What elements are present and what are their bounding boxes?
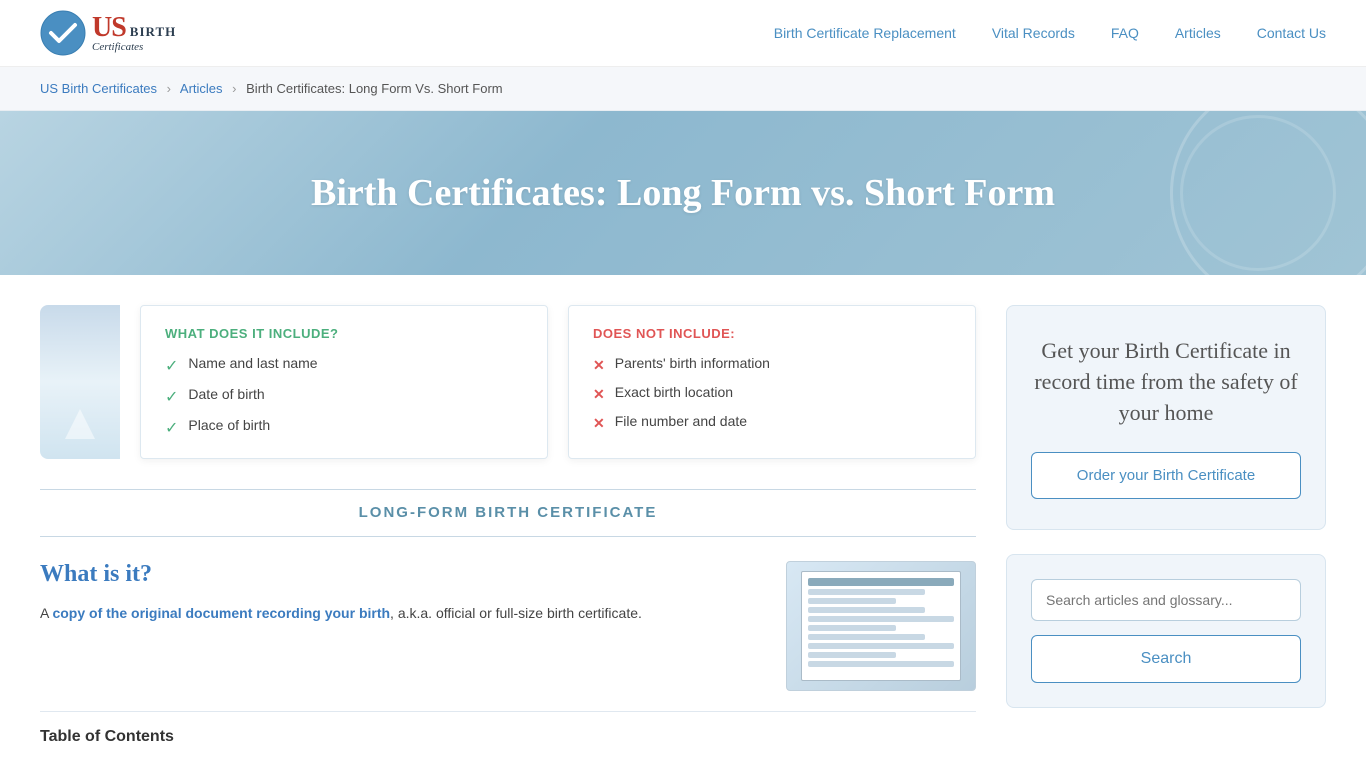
what-is-it-description: A copy of the original document recordin… — [40, 602, 756, 626]
includes-list: ✓ Name and last name ✓ Date of birth ✓ P… — [165, 355, 523, 438]
includes-item-3: Place of birth — [188, 417, 270, 433]
logo-icon — [40, 10, 86, 56]
desc-prefix: A — [40, 605, 52, 621]
document-inner — [801, 571, 961, 681]
what-is-it-section: What is it? A copy of the original docum… — [40, 561, 976, 691]
includes-card: WHAT DOES IT INCLUDE? ✓ Name and last na… — [140, 305, 548, 459]
toc-section: Table of Contents — [40, 711, 976, 746]
check-icon: ✓ — [165, 418, 178, 438]
doc-line — [808, 589, 925, 595]
check-icon: ✓ — [165, 387, 178, 407]
breadcrumb: US Birth Certificates › Articles › Birth… — [0, 67, 1366, 111]
main-nav: Birth Certificate Replacement Vital Reco… — [774, 25, 1326, 41]
excludes-item-2: Exact birth location — [615, 384, 733, 400]
excludes-item-1: Parents' birth information — [615, 355, 770, 371]
doc-line — [808, 634, 925, 640]
doc-line — [808, 652, 896, 658]
toc-title: Table of Contents — [40, 728, 976, 746]
doc-line — [808, 598, 896, 604]
excludes-card-title: DOES NOT INCLUDE: — [593, 326, 951, 341]
breadcrumb-current: Birth Certificates: Long Form Vs. Short … — [246, 81, 502, 96]
breadcrumb-sep-2: › — [232, 81, 236, 96]
includes-card-title: WHAT DOES IT INCLUDE? — [165, 326, 523, 341]
doc-line — [808, 616, 954, 622]
excludes-list: ✕ Parents' birth information ✕ Exact bir… — [593, 355, 951, 432]
nav-articles[interactable]: Articles — [1175, 25, 1221, 41]
hero-banner: Birth Certificates: Long Form vs. Short … — [0, 111, 1366, 275]
x-icon: ✕ — [593, 386, 605, 403]
sidebar-cta-text: Get your Birth Certificate in record tim… — [1031, 336, 1301, 428]
sidebar-cta: Get your Birth Certificate in record tim… — [1006, 305, 1326, 530]
order-button[interactable]: Order your Birth Certificate — [1031, 452, 1301, 499]
logo-us: US — [92, 14, 126, 42]
logo-text: US BIRTH Certificates — [92, 14, 176, 53]
section-title: LONG-FORM BIRTH CERTIFICATE — [359, 504, 658, 521]
list-item: ✓ Name and last name — [165, 355, 523, 376]
nav-faq[interactable]: FAQ — [1111, 25, 1139, 41]
section-divider: LONG-FORM BIRTH CERTIFICATE — [40, 489, 976, 537]
logo[interactable]: US BIRTH Certificates — [40, 10, 176, 56]
main-content: WHAT DOES IT INCLUDE? ✓ Name and last na… — [40, 305, 976, 746]
list-item: ✓ Date of birth — [165, 386, 523, 407]
sidebar-search: Search — [1006, 554, 1326, 708]
sidebar: Get your Birth Certificate in record tim… — [1006, 305, 1326, 746]
breadcrumb-home[interactable]: US Birth Certificates — [40, 81, 157, 96]
site-header: US BIRTH Certificates Birth Certificate … — [0, 0, 1366, 67]
doc-line — [808, 625, 896, 631]
hero-title: Birth Certificates: Long Form vs. Short … — [311, 171, 1055, 215]
logo-birth: BIRTH — [130, 25, 176, 39]
breadcrumb-articles[interactable]: Articles — [180, 81, 223, 96]
doc-line — [808, 578, 954, 586]
nav-contact-us[interactable]: Contact Us — [1257, 25, 1326, 41]
x-icon: ✕ — [593, 415, 605, 432]
desc-suffix: , a.k.a. official or full-size birth cer… — [390, 605, 642, 621]
desc-bold: copy of the original document recording … — [52, 605, 390, 621]
list-item: ✕ Exact birth location — [593, 384, 951, 403]
doc-line — [808, 661, 954, 667]
nav-birth-certificate-replacement[interactable]: Birth Certificate Replacement — [774, 25, 956, 41]
search-button[interactable]: Search — [1031, 635, 1301, 683]
list-item: ✕ Parents' birth information — [593, 355, 951, 374]
excludes-card: DOES NOT INCLUDE: ✕ Parents' birth infor… — [568, 305, 976, 459]
list-item: ✕ File number and date — [593, 413, 951, 432]
list-item: ✓ Place of birth — [165, 417, 523, 438]
doc-line — [808, 607, 925, 613]
includes-item-1: Name and last name — [188, 355, 317, 371]
includes-item-2: Date of birth — [188, 386, 264, 402]
check-icon: ✓ — [165, 356, 178, 376]
doc-line — [808, 643, 954, 649]
document-image — [786, 561, 976, 691]
logo-certificates: Certificates — [92, 42, 176, 53]
search-input[interactable] — [1031, 579, 1301, 621]
breadcrumb-sep-1: › — [167, 81, 171, 96]
what-is-it-heading: What is it? — [40, 561, 756, 588]
excludes-item-3: File number and date — [615, 413, 747, 429]
main-container: WHAT DOES IT INCLUDE? ✓ Name and last na… — [0, 275, 1366, 776]
nav-vital-records[interactable]: Vital Records — [992, 25, 1075, 41]
left-decorative — [40, 305, 120, 459]
comparison-section: WHAT DOES IT INCLUDE? ✓ Name and last na… — [40, 305, 976, 459]
x-icon: ✕ — [593, 357, 605, 374]
what-is-it-text: What is it? A copy of the original docum… — [40, 561, 756, 626]
